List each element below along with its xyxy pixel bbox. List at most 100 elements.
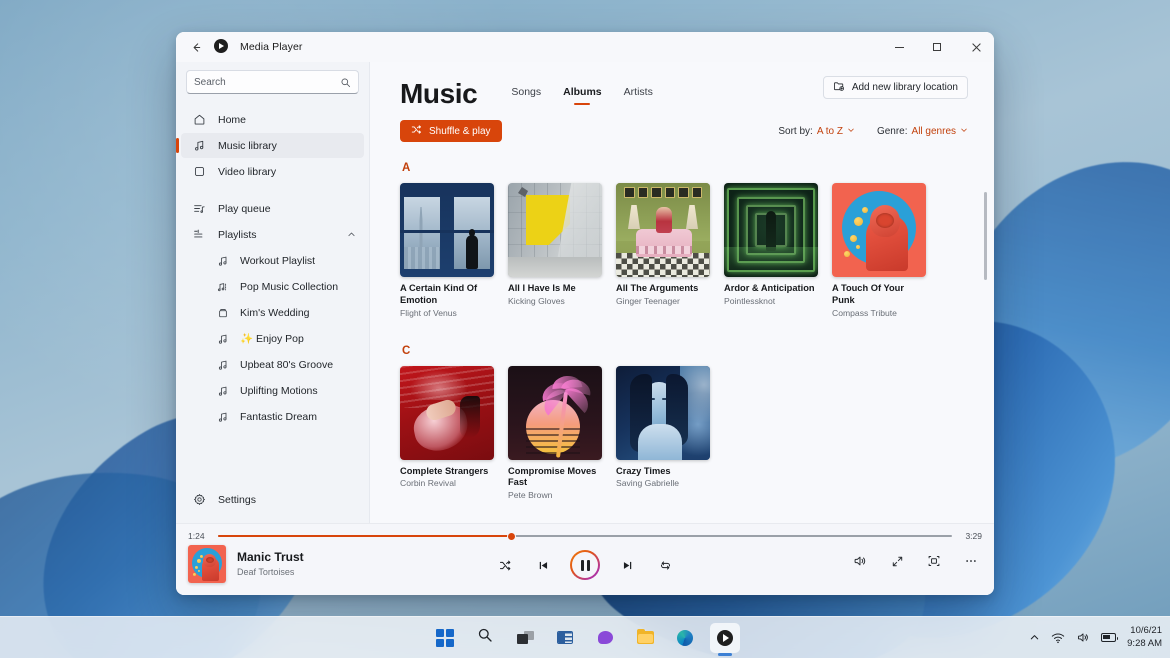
sidebar-playlist-upbeat-80s-groove[interactable]: Upbeat 80's Groove (181, 352, 364, 377)
album-art (616, 183, 710, 277)
battery-icon[interactable] (1101, 633, 1119, 642)
sidebar-item-label: Playlists (218, 228, 257, 241)
clock[interactable]: 10/6/21 9:28 AM (1127, 625, 1162, 650)
sidebar-playlist-label: ✨ Enjoy Pop (240, 333, 304, 345)
chevron-up-icon[interactable] (1029, 632, 1040, 643)
back-arrow-icon[interactable] (182, 35, 210, 59)
search-box[interactable] (186, 70, 359, 94)
album-card[interactable]: A Certain Kind Of Emotion Flight of Venu… (400, 183, 494, 319)
album-art (400, 365, 494, 460)
album-card[interactable]: Complete Strangers Corbin Revival (400, 365, 494, 502)
sidebar-item-play-queue[interactable]: Play queue (181, 196, 364, 221)
tab-artists[interactable]: Artists (624, 86, 653, 105)
now-playing: Manic Trust Deaf Tortoises (176, 544, 304, 583)
genre-control[interactable]: Genre: All genres (877, 126, 968, 137)
player-bar: 1:24 3:29 Manic Trust Deaf Tortoises (176, 523, 994, 595)
taskbar-date: 10/6/21 (1130, 625, 1162, 637)
mini-player-icon[interactable] (923, 550, 945, 572)
sidebar-item-playlists[interactable]: Playlists (181, 222, 364, 247)
taskbar-apps (430, 622, 740, 653)
album-art (400, 183, 494, 277)
edge-icon (677, 629, 693, 646)
albums-grid: A A Certain Kind Of Emotion Flight of Ve… (370, 156, 994, 523)
player-right-controls (849, 550, 982, 572)
shuffle-and-play-button[interactable]: Shuffle & play (400, 120, 502, 142)
more-options-icon[interactable] (960, 550, 982, 572)
volume-icon[interactable] (849, 550, 871, 572)
album-title: All The Arguments (616, 283, 699, 293)
chevron-down-icon (960, 126, 968, 137)
now-playing-artist: Deaf Tortoises (237, 567, 295, 577)
media-player-button[interactable] (710, 622, 740, 653)
previous-track-icon[interactable] (532, 554, 554, 576)
album-artist: Compass Tribute (832, 307, 897, 318)
content-header: Music Songs Albums Artists Add new libra… (370, 62, 994, 142)
sidebar-item-music-library[interactable]: Music library (176, 133, 364, 158)
sidebar: Home Music library (176, 62, 370, 523)
queue-icon (192, 202, 207, 215)
sidebar-playlist-uplifting-motions[interactable]: Uplifting Motions (181, 378, 364, 403)
folder-add-icon (833, 80, 845, 95)
minimize-button[interactable] (880, 32, 918, 62)
album-card[interactable]: Ardor & Anticipation Pointlessknot (724, 183, 818, 319)
sort-by-value-dropdown[interactable]: A to Z (817, 126, 855, 137)
chevron-down-icon (847, 126, 855, 137)
expand-icon[interactable] (886, 550, 908, 572)
vertical-scrollbar[interactable] (984, 192, 987, 280)
seek-slider[interactable] (218, 530, 952, 542)
search-icon (340, 77, 351, 88)
genre-value: All genres (911, 125, 956, 137)
sidebar-playlist-workout[interactable]: Workout Playlist (181, 248, 364, 273)
search-input[interactable] (194, 76, 340, 88)
album-title: Complete Strangers (400, 465, 489, 476)
page-title: Music (400, 78, 478, 109)
tab-songs[interactable]: Songs (511, 86, 541, 105)
gear-icon (192, 493, 207, 506)
sidebar-item-label: Home (218, 113, 247, 126)
file-explorer-button[interactable] (630, 623, 660, 653)
album-row: A Certain Kind Of Emotion Flight of Venu… (400, 183, 968, 319)
windows-logo-icon (436, 628, 454, 647)
sidebar-playlist-fantastic-dream[interactable]: Fantastic Dream (181, 404, 364, 429)
next-track-icon[interactable] (616, 554, 638, 576)
genre-value-dropdown[interactable]: All genres (912, 126, 968, 137)
sidebar-playlist-pop-music-collection[interactable]: Pop Music Collection (181, 274, 364, 299)
chat-button[interactable] (590, 623, 620, 653)
album-title: Compromise Moves Fast (508, 465, 597, 488)
sidebar-playlist-label: Uplifting Motions (240, 384, 318, 397)
edge-button[interactable] (670, 623, 700, 653)
maximize-button[interactable] (918, 32, 956, 62)
wifi-icon[interactable] (1051, 632, 1065, 644)
album-art (508, 183, 602, 277)
shuffle-icon[interactable] (494, 554, 516, 576)
sidebar-item-video-library[interactable]: Video library (181, 159, 364, 184)
repeat-icon[interactable] (654, 554, 676, 576)
widgets-button[interactable] (550, 623, 580, 653)
sidebar-playlist-label: Pop Music Collection (240, 280, 339, 293)
sidebar-item-settings[interactable]: Settings (181, 487, 364, 512)
album-card[interactable]: Compromise Moves Fast Pete Brown (508, 365, 602, 502)
sidebar-item-home[interactable]: Home (181, 107, 364, 132)
sort-by-control[interactable]: Sort by: A to Z (778, 126, 855, 137)
album-artist: Kicking Gloves (508, 295, 565, 306)
seek-handle[interactable] (507, 531, 517, 541)
add-library-location-button[interactable]: Add new library location (822, 76, 968, 99)
start-button[interactable] (430, 623, 460, 653)
sidebar-playlist-kims-wedding[interactable]: Kim's Wedding (181, 300, 364, 325)
task-view-button[interactable] (510, 623, 540, 653)
album-art (508, 365, 602, 460)
album-card[interactable]: A Touch Of Your Punk Compass Tribute (832, 183, 926, 319)
volume-icon[interactable] (1076, 631, 1090, 644)
album-card[interactable]: All The Arguments Ginger Teenager (616, 183, 710, 319)
add-library-location-label: Add new library location (851, 82, 958, 93)
play-pause-button[interactable] (570, 550, 600, 580)
album-card[interactable]: Crazy Times Saving Gabrielle (616, 365, 710, 502)
genre-label: Genre: (876, 125, 908, 137)
tab-albums[interactable]: Albums (563, 86, 602, 105)
search-button[interactable] (470, 623, 500, 653)
album-card[interactable]: All I Have Is Me Kicking Gloves (508, 183, 602, 319)
chevron-up-icon[interactable] (347, 230, 356, 239)
taskbar: 10/6/21 9:28 AM (0, 616, 1170, 658)
sidebar-playlist-enjoy-pop[interactable]: ✨ Enjoy Pop (181, 326, 364, 351)
close-button[interactable] (956, 32, 994, 62)
